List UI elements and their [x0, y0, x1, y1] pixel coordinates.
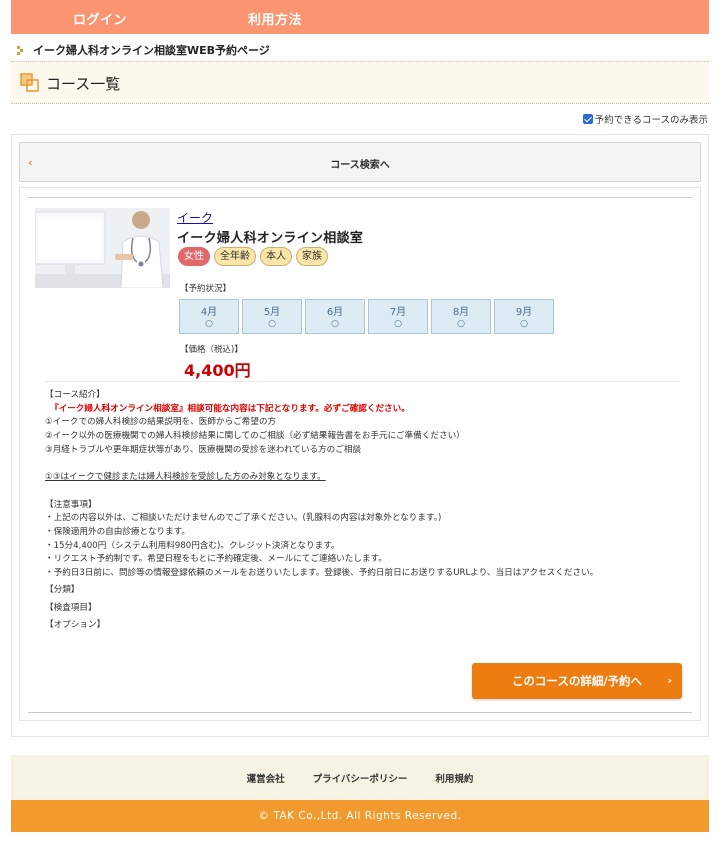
course-tags: 女性 全年齢 本人 家族 — [178, 247, 328, 266]
month-label: 6月 — [326, 307, 344, 318]
month-label: 4月 — [200, 307, 218, 318]
month-cell-sep[interactable]: 9月 ○ — [494, 299, 554, 334]
course-search-label: コース検索へ — [330, 160, 390, 171]
availability-mark: ○ — [268, 319, 276, 329]
month-label: 9月 — [515, 307, 533, 318]
month-label: 7月 — [389, 307, 407, 318]
month-cell-apr[interactable]: 4月 ○ — [179, 299, 239, 334]
intro-item: ①イークでの婦人科検診の結果説明を、医師からご希望の方 — [45, 417, 277, 428]
note-item: ・保険適用外の自由診療となります。 — [45, 527, 190, 537]
month-cell-may[interactable]: 5月 ○ — [242, 299, 302, 334]
tag-self: 本人 — [260, 247, 292, 266]
copyright: © TAK Co.,Ltd. All Rights Reserved. — [11, 800, 709, 832]
availability-mark: ○ — [394, 319, 402, 329]
company-link[interactable]: 運営会社 — [247, 771, 285, 785]
availability-calendar: 4月 ○ 5月 ○ 6月 ○ 7月 ○ 8月 ○ 9月 ○ — [179, 299, 554, 334]
chevron-right-icon: › — [667, 674, 672, 687]
tag-all-ages: 全年齢 — [214, 247, 256, 266]
course-name: イーク婦人科オンライン相談室 — [177, 231, 364, 246]
note-item: ・15分4,400円（システム利用料980円含む)。クレジット決済となります。 — [45, 540, 340, 551]
page-title-bar: コース一覧 — [11, 61, 709, 104]
category-link[interactable]: イーク — [177, 209, 213, 226]
course-price: 4,400円 — [184, 361, 251, 380]
eligibility-note: ①③はイークで健診または婦人科検診を受診した方のみ対象となります。 — [45, 472, 326, 483]
page-title: コース一覧 — [46, 75, 121, 93]
course-detail-reserve-button[interactable]: このコースの詳細/予約へ › — [472, 663, 682, 699]
important-note: 『イーク婦人科オンライン相談室』相談可能な内容は下記となります。必ずご確認くださ… — [50, 403, 410, 414]
terms-link[interactable]: 利用規約 — [435, 771, 473, 785]
availability-label: 【予約状況】 — [180, 284, 232, 294]
breadcrumb-text: イーク婦人科オンライン相談室WEB予約ページ — [33, 44, 270, 57]
note-item: ・リクエスト予約制です。希望日程をもとに予約確定後、メールにてご連絡いたします。 — [45, 554, 387, 565]
availability-mark: ○ — [520, 319, 528, 329]
note-item: ・上記の内容以外は、ご相談いただけませんのでご了承ください。(乳腺科の内容は対象… — [45, 513, 442, 524]
notes-heading: 【注意事項】 — [45, 499, 97, 510]
desc-divider — [45, 381, 680, 382]
availability-mark: ○ — [205, 319, 213, 329]
price-label: 【価格（税込)】 — [180, 345, 243, 355]
top-nav-bar: ログイン 利用方法 — [11, 0, 709, 34]
card-bottom-divider — [28, 712, 692, 713]
login-link[interactable]: ログイン — [73, 9, 127, 28]
breadcrumb: イーク婦人科オンライン相談室WEB予約ページ — [17, 43, 270, 57]
usage-guide-link[interactable]: 利用方法 — [248, 9, 302, 28]
tag-female: 女性 — [178, 247, 210, 266]
detail-button-label: このコースの詳細/予約へ — [511, 674, 643, 688]
course-description: 【コース紹介】 『イーク婦人科オンライン相談室』相談可能な内容は下記となります。… — [45, 389, 680, 632]
footer-links: 運営会社 プライバシーポリシー 利用規約 — [11, 755, 709, 800]
month-cell-aug[interactable]: 8月 ○ — [431, 299, 491, 334]
options-heading: 【オプション】 — [45, 619, 106, 630]
list-squares-icon — [20, 73, 40, 93]
month-cell-jul[interactable]: 7月 ○ — [368, 299, 428, 334]
category-heading: 【分類】 — [45, 585, 80, 596]
tag-family: 家族 — [296, 247, 328, 266]
intro-item: ③月経トラブルや更年期症状等があり、医療機関の受診を迷われている方のご相談 — [45, 444, 362, 455]
available-only-label: 予約できるコースのみ表示 — [594, 115, 708, 126]
chevron-right-icon — [17, 45, 25, 55]
intro-item: ②イーク以外の医療機関での婦人科検診結果に関してのご相談（必ず結果報告書をお手元… — [45, 431, 465, 442]
available-only-checkbox[interactable] — [582, 114, 593, 124]
card-top-divider — [28, 197, 692, 198]
privacy-policy-link[interactable]: プライバシーポリシー — [313, 771, 408, 785]
available-only-filter[interactable]: 予約できるコースのみ表示 — [582, 112, 708, 126]
course-thumbnail — [35, 208, 170, 288]
availability-mark: ○ — [457, 319, 465, 329]
month-cell-jun[interactable]: 6月 ○ — [305, 299, 365, 334]
note-item: ・予約日3日前に、問診等の情報登録依頼のメールをお送りいたします。登録後、予約日… — [45, 568, 599, 579]
course-search-button[interactable]: ‹ コース検索へ — [19, 142, 701, 182]
month-label: 8月 — [452, 307, 470, 318]
availability-mark: ○ — [331, 319, 339, 329]
intro-heading: 【コース紹介】 — [45, 390, 105, 400]
exam-items-heading: 【検査項目】 — [45, 602, 97, 613]
month-label: 5月 — [263, 307, 281, 318]
